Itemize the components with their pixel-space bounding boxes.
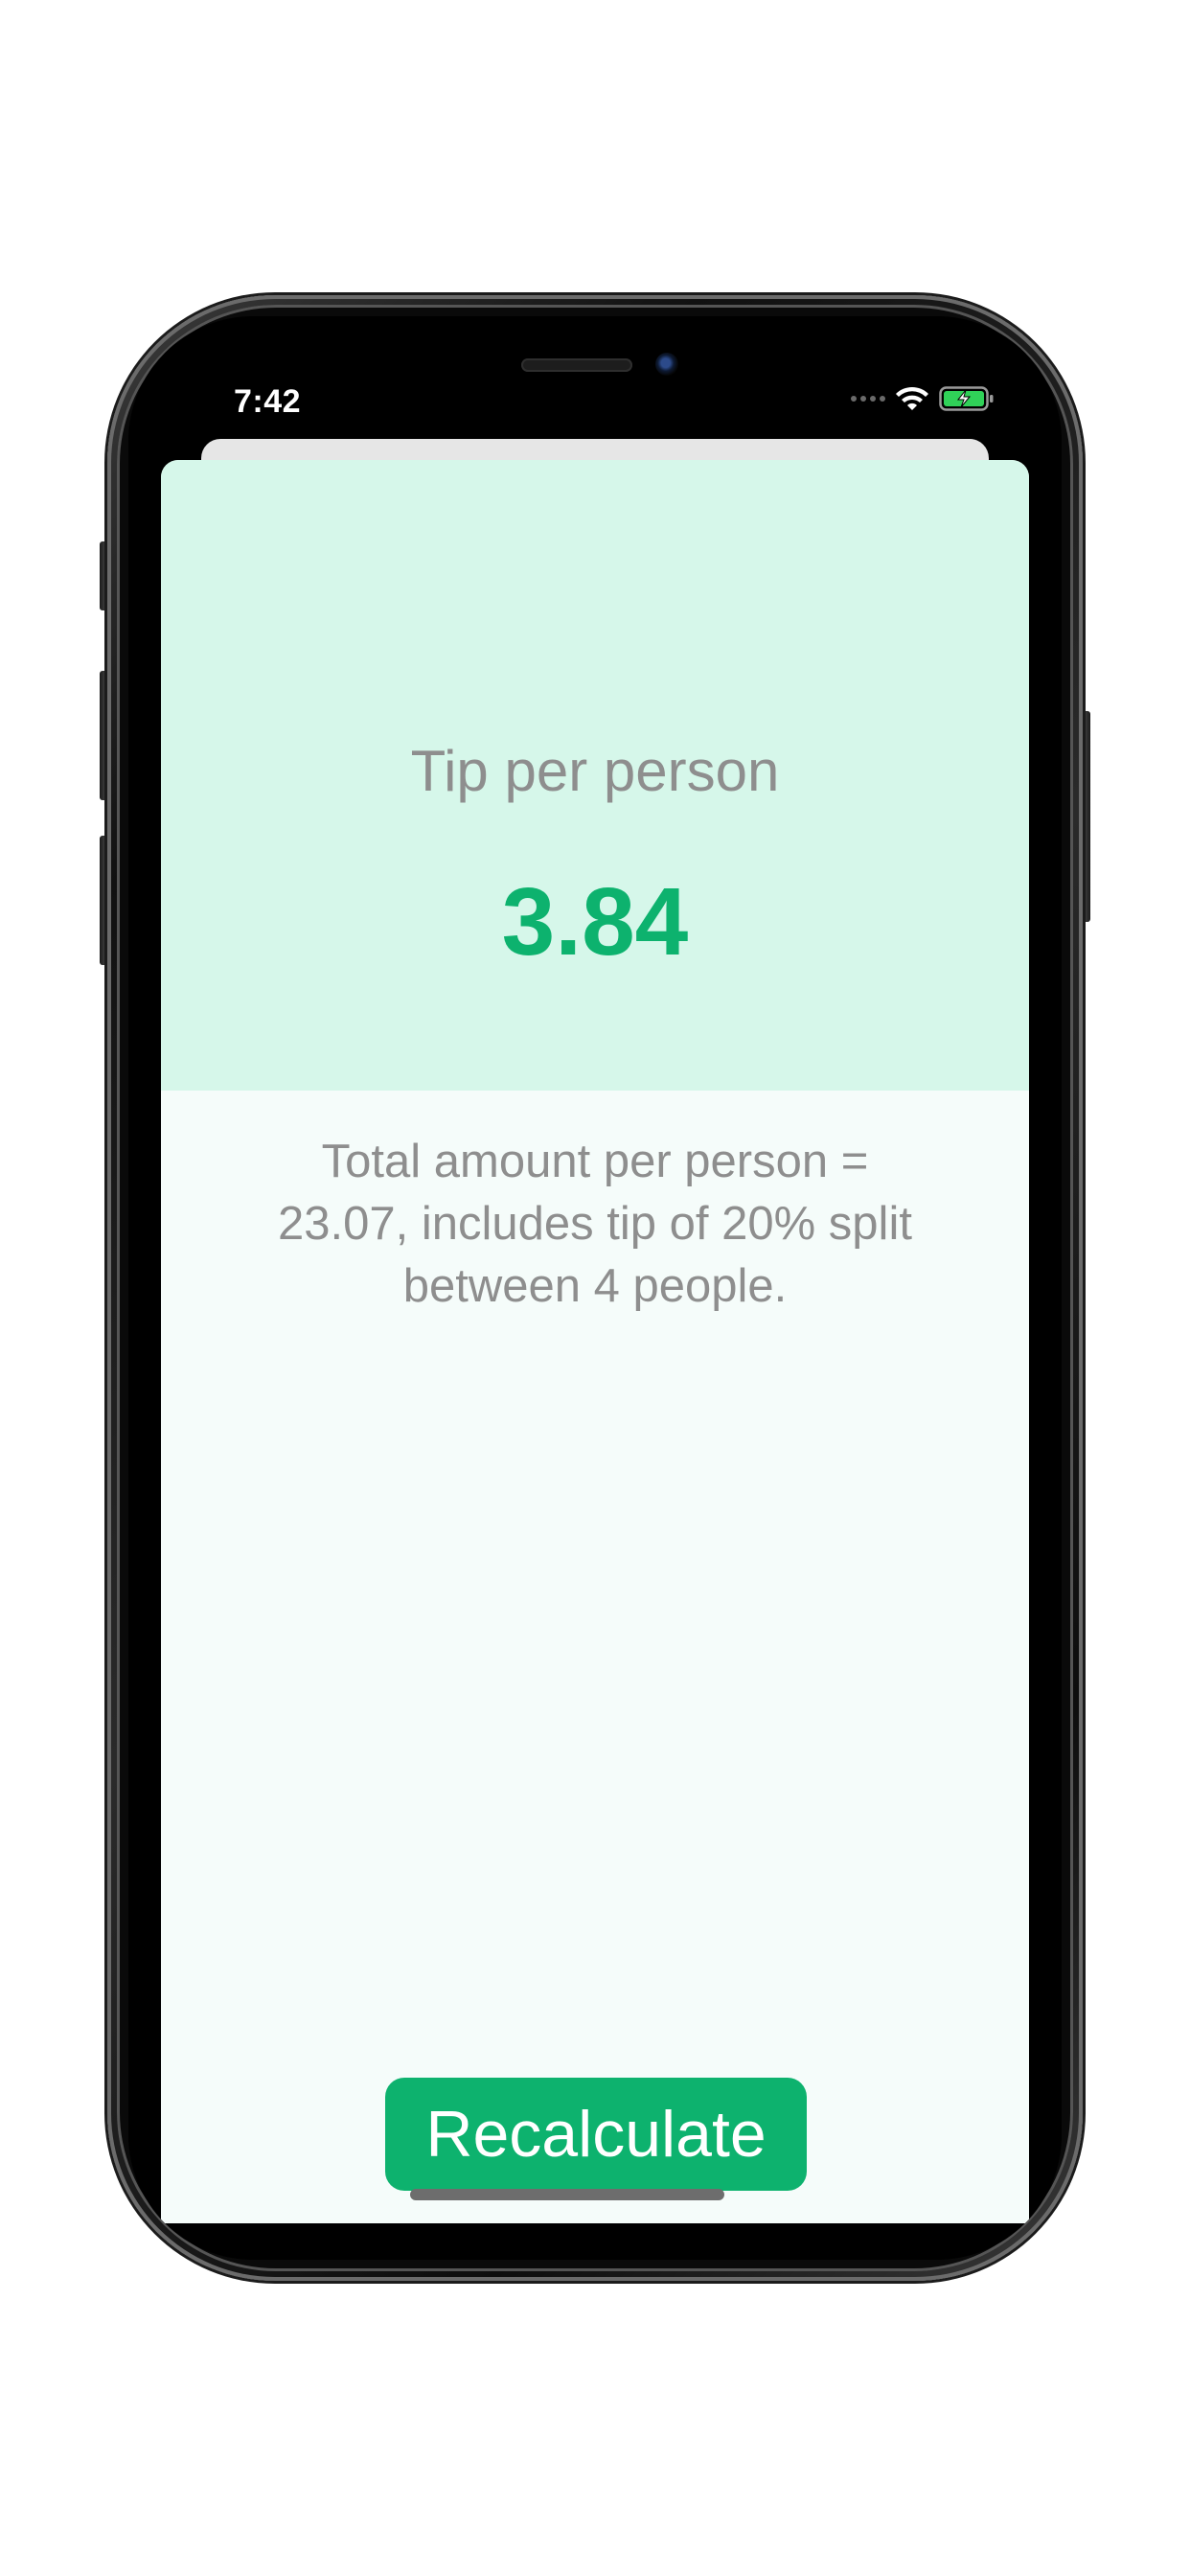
speaker-grille (521, 358, 632, 372)
home-indicator[interactable] (410, 2189, 724, 2200)
tip-per-person-label: Tip per person (410, 739, 780, 803)
result-sheet: Tip per person 3.84 Total amount per per… (161, 460, 1029, 2223)
battery-charging-icon (939, 386, 994, 411)
phone-screen: 7:42 Tip per person 3.84 Total amount pe… (128, 316, 1062, 2260)
total-summary-text: Total amount per person = 23.07, include… (278, 1136, 912, 1312)
tip-per-person-value: 3.84 (501, 868, 689, 976)
result-header: Tip per person 3.84 (161, 460, 1029, 1091)
phone-frame: 7:42 Tip per person 3.84 Total amount pe… (107, 295, 1083, 2281)
status-time: 7:42 (234, 383, 302, 420)
front-camera (655, 353, 678, 376)
status-indicators (851, 385, 995, 412)
device-stage: 7:42 Tip per person 3.84 Total amount pe… (0, 0, 1190, 2576)
recalculate-button[interactable]: Recalculate (385, 2078, 807, 2191)
cellular-signal-icon (851, 396, 885, 402)
wifi-icon (896, 386, 928, 410)
